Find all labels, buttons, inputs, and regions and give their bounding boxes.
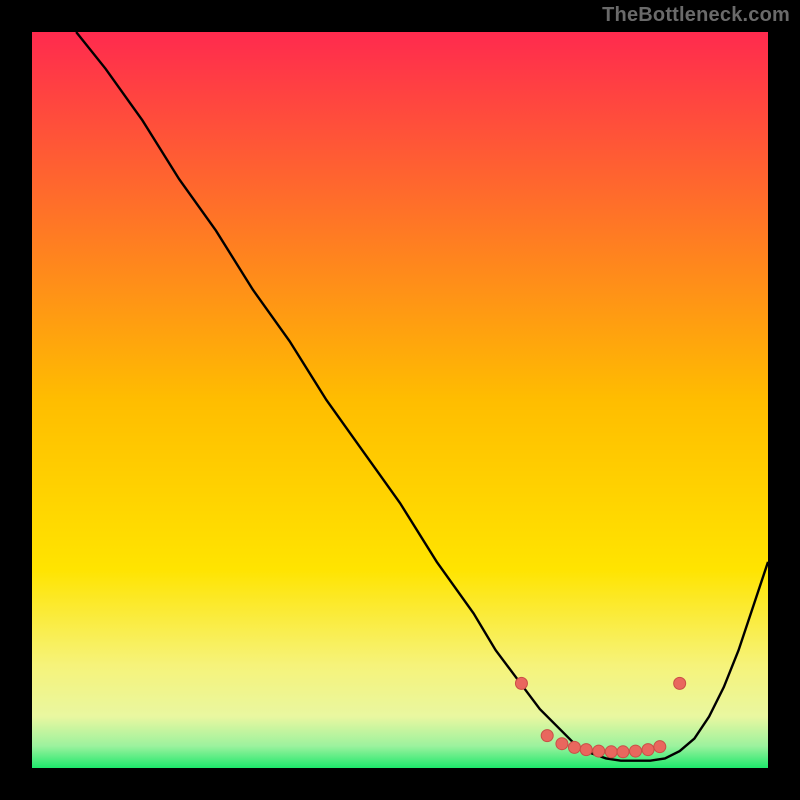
gradient-background bbox=[32, 32, 768, 768]
plot-svg bbox=[32, 32, 768, 768]
dot-icon bbox=[580, 744, 592, 756]
dot-icon bbox=[674, 677, 686, 689]
dot-icon bbox=[515, 677, 527, 689]
dot-icon bbox=[541, 730, 553, 742]
dot-icon bbox=[642, 744, 654, 756]
watermark-text: TheBottleneck.com bbox=[602, 4, 790, 27]
plot-area bbox=[32, 32, 768, 768]
dot-icon bbox=[630, 745, 642, 757]
dot-icon bbox=[654, 741, 666, 753]
chart-stage: TheBottleneck.com bbox=[0, 0, 800, 800]
dot-icon bbox=[605, 746, 617, 758]
dot-icon bbox=[556, 738, 568, 750]
dot-icon bbox=[568, 741, 580, 753]
dot-icon bbox=[593, 745, 605, 757]
dot-icon bbox=[617, 746, 629, 758]
